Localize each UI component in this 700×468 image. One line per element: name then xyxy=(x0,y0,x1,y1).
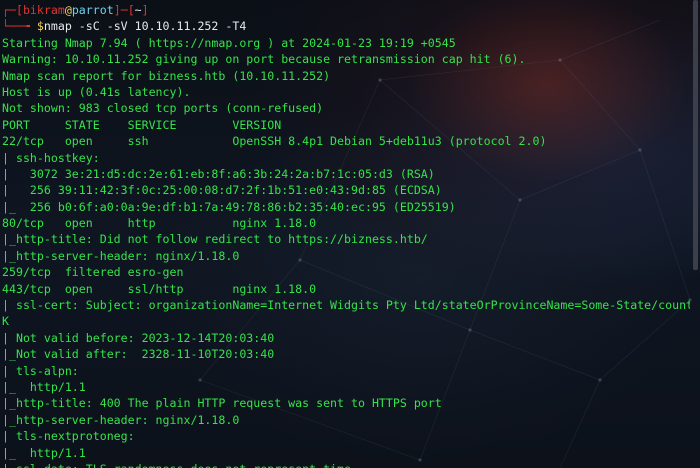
output-line: |_http-server-header: nginx/1.18.0 xyxy=(2,248,240,263)
output-line: Host is up (0.41s latency). xyxy=(2,84,191,99)
output-line: |_http-server-header: nginx/1.18.0 xyxy=(2,412,240,427)
output-line: | 256 39:11:42:3f:0c:25:00:08:d7:2f:1b:5… xyxy=(2,183,442,198)
output-line: K xyxy=(2,314,9,329)
output-line: 80/tcp open http nginx 1.18.0 xyxy=(2,216,317,231)
output-line: |_Not valid after: 2328-11-10T20:03:40 xyxy=(2,347,275,362)
prompt-directory: ~ xyxy=(134,3,142,17)
output-line: 259/tcp filtered esro-gen xyxy=(2,265,184,280)
prompt-bracket-right: ] xyxy=(113,3,121,17)
output-line: |_http-title: 400 The plain HTTP request… xyxy=(2,396,442,411)
prompt-dash: ─ xyxy=(120,3,128,17)
output-line: Starting Nmap 7.94 ( https://nmap.org ) … xyxy=(2,35,456,50)
output-line: |_ http/1.1 xyxy=(2,379,86,394)
prompt-box-top: ┌─ xyxy=(2,3,16,17)
output-line: |_http-title: Did not follow redirect to… xyxy=(2,232,428,247)
terminal-output: ┌─[bikram@parrot]─[~] └──╼ $nmap -sC -sV… xyxy=(0,0,690,468)
prompt-user: bikram xyxy=(22,3,65,17)
prompt-line-top: ┌─[bikram@parrot]─[~] xyxy=(2,2,690,18)
prompt-at: @ xyxy=(64,3,72,17)
output-line: PORT STATE SERVICE VERSION xyxy=(2,117,282,132)
terminal-window[interactable]: ┌─[bikram@parrot]─[~] └──╼ $nmap -sC -sV… xyxy=(0,0,700,468)
output-line: | ssl-cert: Subject: organizationName=In… xyxy=(2,298,690,313)
prompt-line-command[interactable]: └──╼ $nmap -sC -sV 10.10.11.252 -T4 xyxy=(2,18,690,34)
prompt-dir-bracket-left: [ xyxy=(127,3,135,17)
prompt-dollar: $ xyxy=(36,19,44,34)
output-line: 443/tcp open ssl/http nginx 1.18.0 xyxy=(2,281,317,296)
output-line: | ssh-hostkey: xyxy=(2,150,100,165)
output-line: 22/tcp open ssh OpenSSH 8.4p1 Debian 5+d… xyxy=(2,134,547,149)
output-line: Warning: 10.10.11.252 giving up on port … xyxy=(2,52,526,67)
output-line: | 3072 3e:21:d5:dc:2e:61:eb:8f:a6:3b:24:… xyxy=(2,166,435,181)
output-line: Nmap scan report for bizness.htb (10.10.… xyxy=(2,68,331,83)
output-line: | Not valid before: 2023-12-14T20:03:40 xyxy=(2,330,275,345)
output-line: Not shown: 983 closed tcp ports (conn-re… xyxy=(2,101,324,116)
prompt-dir-bracket-right: ] xyxy=(141,3,149,17)
output-line: | tls-nextprotoneg: xyxy=(2,429,135,444)
nmap-output: Starting Nmap 7.94 ( https://nmap.org ) … xyxy=(2,35,690,468)
output-line: |_ http/1.1 xyxy=(2,445,86,460)
prompt-host: parrot xyxy=(71,3,114,17)
output-line: | tls-alpn: xyxy=(2,363,79,378)
prompt-bracket-left: [ xyxy=(15,3,23,17)
terminal-scrollbar[interactable] xyxy=(693,0,698,270)
prompt-box-bottom: └──╼ xyxy=(2,19,37,34)
command-text: nmap -sC -sV 10.10.11.252 -T4 xyxy=(43,19,247,34)
output-line: |_ 256 b0:6f:a0:0a:9e:df:b1:7a:49:78:86:… xyxy=(2,199,456,214)
output-line: |_ssl-date: TLS randomness does not repr… xyxy=(2,461,690,468)
